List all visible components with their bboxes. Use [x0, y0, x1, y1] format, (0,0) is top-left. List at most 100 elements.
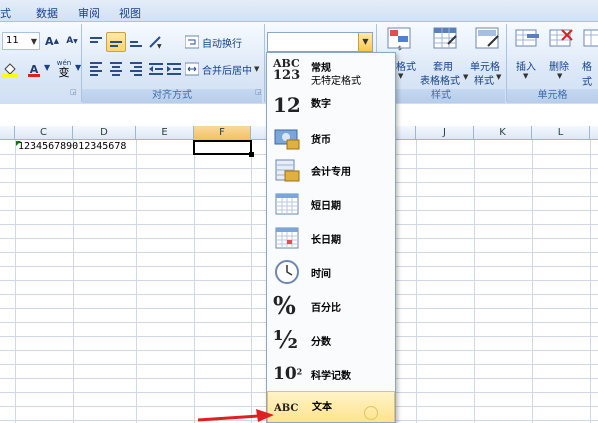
- conditional-format-button[interactable]: $: [384, 26, 414, 54]
- delete-cells-icon: [549, 29, 573, 47]
- chevron-down-icon[interactable]: ▼: [358, 33, 372, 51]
- currency-icon: [273, 124, 301, 152]
- format-item-accounting[interactable]: 会计专用: [267, 153, 395, 187]
- format-item-short-date[interactable]: 短日期: [267, 187, 395, 221]
- grow-font-button[interactable]: A ▲: [42, 31, 62, 51]
- number-format-select[interactable]: ▼: [267, 32, 373, 52]
- table-format-icon: [433, 27, 457, 49]
- tab-view[interactable]: 视图: [119, 5, 141, 21]
- table-format-label-2: 表格格式: [420, 76, 460, 87]
- align-right-button[interactable]: [126, 59, 146, 79]
- column-header-d[interactable]: D: [73, 126, 136, 140]
- red-swatch: [28, 74, 40, 77]
- insert-cells-icon: [515, 29, 539, 47]
- number-12-icon: 12: [273, 92, 301, 120]
- styles-group-title: 样式: [377, 89, 505, 103]
- align-top-icon: [90, 37, 102, 47]
- merge-center-button[interactable]: 合并后居中 ▼: [184, 59, 264, 79]
- decrease-indent-button[interactable]: [146, 59, 166, 79]
- dialog-launcher-icon[interactable]: ◲: [255, 88, 262, 96]
- chevron-down-icon: ▼: [496, 73, 502, 81]
- delete-cells-button[interactable]: [546, 26, 576, 54]
- align-top-button[interactable]: [86, 32, 106, 52]
- tab-formulas[interactable]: 式: [0, 5, 11, 21]
- format-item-general[interactable]: ABC 123 常规 无特定格式: [267, 55, 395, 89]
- merge-center-label: 合并后居中: [202, 65, 252, 77]
- font-size-select[interactable]: 11 ▼: [2, 32, 40, 50]
- chevron-down-icon: ▼: [254, 65, 260, 73]
- column-header-m[interactable]: [590, 126, 598, 140]
- insert-cells-button[interactable]: [512, 26, 542, 54]
- fill-color-button[interactable]: [0, 59, 20, 79]
- conditional-format-icon: $: [387, 27, 411, 52]
- column-header-e[interactable]: E: [136, 126, 194, 140]
- align-middle-icon: [110, 37, 122, 47]
- format-item-time[interactable]: 时间: [267, 255, 395, 289]
- format-item-currency[interactable]: 货币: [267, 121, 395, 155]
- decrease-indent-icon: [149, 63, 163, 75]
- wrap-text-button[interactable]: 自动换行: [184, 32, 254, 52]
- text-abc-glyph: ABC: [274, 403, 299, 414]
- format-item-fraction[interactable]: ½ 分数: [267, 323, 395, 357]
- format-label: 百分比: [311, 303, 341, 314]
- tab-review[interactable]: 审阅: [78, 5, 100, 21]
- chevron-down-icon: ▼: [398, 72, 404, 80]
- cell-style-icon: [475, 27, 499, 49]
- format-item-scientific[interactable]: 102 科学记数: [267, 357, 395, 391]
- dialog-launcher-icon[interactable]: ◲: [70, 88, 77, 96]
- column-header-j[interactable]: J: [416, 126, 474, 140]
- format-item-percent[interactable]: % 百分比: [267, 289, 395, 323]
- column-header-l[interactable]: L: [532, 126, 590, 140]
- format-cells-button[interactable]: [580, 26, 598, 54]
- align-left-button[interactable]: [86, 59, 106, 79]
- wrap-text-icon: [185, 35, 199, 49]
- alignment-group-title: 对齐方式: [82, 89, 262, 103]
- cell-style-button[interactable]: [472, 26, 502, 54]
- n123-glyph: 123: [273, 68, 301, 83]
- cell-style-label: 单元格: [470, 62, 500, 73]
- align-center-button[interactable]: [106, 59, 126, 79]
- column-header-g[interactable]: [251, 126, 267, 140]
- align-middle-button[interactable]: [106, 32, 126, 52]
- table-format-button[interactable]: [430, 26, 460, 54]
- column-header-c[interactable]: C: [15, 126, 73, 140]
- cell-c1[interactable]: 123456789012345678: [18, 141, 126, 152]
- chevron-down-icon: ▼: [463, 73, 469, 81]
- grow-font-label: A: [45, 34, 54, 48]
- align-bottom-button[interactable]: [126, 32, 146, 52]
- format-label: 短日期: [311, 201, 341, 212]
- column-header-k[interactable]: K: [474, 126, 532, 140]
- column-header-f[interactable]: F: [194, 126, 251, 140]
- clock-icon: [273, 258, 301, 286]
- active-cell-f1[interactable]: [193, 140, 252, 155]
- long-date-icon: [273, 224, 301, 252]
- text-abc-icon: ABC: [274, 395, 302, 422]
- shrink-font-button[interactable]: A ▼: [62, 31, 82, 51]
- format-cells-icon: [583, 29, 598, 47]
- chevron-down-icon: ▼: [30, 37, 37, 46]
- phonetic-char: 变: [58, 66, 70, 79]
- font-color-button[interactable]: A: [24, 59, 44, 79]
- fraction-icon: ½: [273, 326, 301, 354]
- format-label: 长日期: [311, 235, 341, 246]
- phonetic-button[interactable]: wén 变: [52, 57, 76, 81]
- accounting-icon: [273, 156, 301, 184]
- cells-group-label: 单元格: [537, 90, 568, 101]
- tab-data[interactable]: 数据: [36, 5, 58, 21]
- align-center-icon: [110, 62, 122, 76]
- svg-text:$: $: [398, 45, 402, 52]
- abc123-icon: ABC 123: [273, 58, 301, 86]
- format-item-text[interactable]: ABC 文本: [267, 391, 395, 422]
- increase-indent-button[interactable]: [164, 59, 184, 79]
- cursor-highlight: [364, 406, 378, 420]
- scientific-icon: 102: [273, 360, 302, 388]
- paint-bucket-icon: [2, 63, 18, 77]
- fill-handle[interactable]: [249, 152, 254, 157]
- format-item-number[interactable]: 12 数字: [267, 89, 395, 123]
- orientation-button[interactable]: ▼: [146, 32, 168, 52]
- ten-glyph: 10: [273, 364, 297, 384]
- shrink-font-label: A: [66, 36, 74, 46]
- svg-text:▼: ▼: [157, 43, 162, 49]
- format-item-long-date[interactable]: 长日期: [267, 221, 395, 255]
- column-header-i[interactable]: [396, 126, 416, 140]
